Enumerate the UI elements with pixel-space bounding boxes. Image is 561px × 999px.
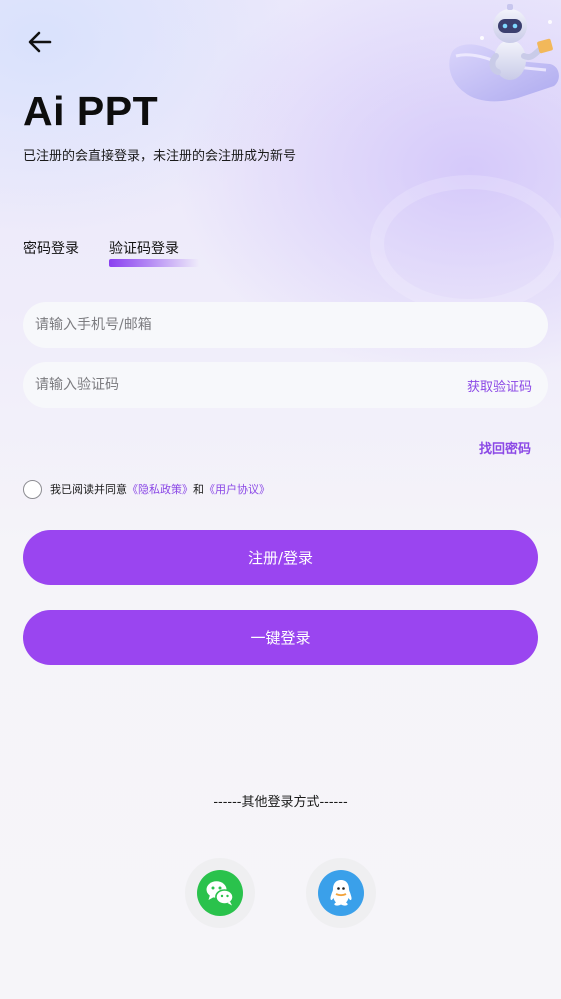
phone-email-field[interactable] (23, 301, 548, 349)
register-login-button[interactable]: 注册/登录 (23, 530, 538, 585)
get-code-button[interactable]: 获取验证码 (467, 376, 532, 395)
one-key-login-button[interactable]: 一键登录 (23, 610, 538, 665)
back-button[interactable] (22, 24, 58, 60)
verification-code-input[interactable] (33, 361, 467, 409)
privacy-policy-link[interactable]: 《隐私政策》 (127, 481, 193, 497)
tab-password-login[interactable]: 密码登录 (23, 238, 79, 258)
active-tab-indicator (109, 259, 199, 267)
other-login-label: ------其他登录方式------ (213, 795, 348, 810)
app-title: Ai PPT (23, 88, 159, 134)
agreement-conjunction: 和 (193, 483, 204, 496)
user-agreement-link[interactable]: 《用户协议》 (204, 481, 270, 497)
phone-email-input[interactable] (33, 301, 548, 349)
qq-login-button[interactable] (306, 858, 376, 928)
page-subtitle: 已注册的会直接登录，未注册的会注册成为新号 (23, 149, 297, 164)
qq-icon (318, 870, 364, 916)
forgot-password-link[interactable]: 找回密码 (479, 438, 531, 457)
agreement-prefix: 我已阅读并同意 (50, 483, 127, 496)
wechat-login-button[interactable] (185, 858, 255, 928)
tab-code-login[interactable]: 验证码登录 (109, 238, 179, 258)
decorative-ring (370, 175, 561, 313)
wechat-icon (197, 870, 243, 916)
arrow-left-icon (28, 31, 52, 53)
robot-illustration-icon (449, 4, 559, 102)
verification-code-field[interactable]: 获取验证码 (23, 361, 548, 409)
agreement-row: 我已阅读并同意 《隐私政策》 和 《用户协议》 (23, 479, 270, 499)
agreement-checkbox[interactable] (23, 479, 42, 499)
